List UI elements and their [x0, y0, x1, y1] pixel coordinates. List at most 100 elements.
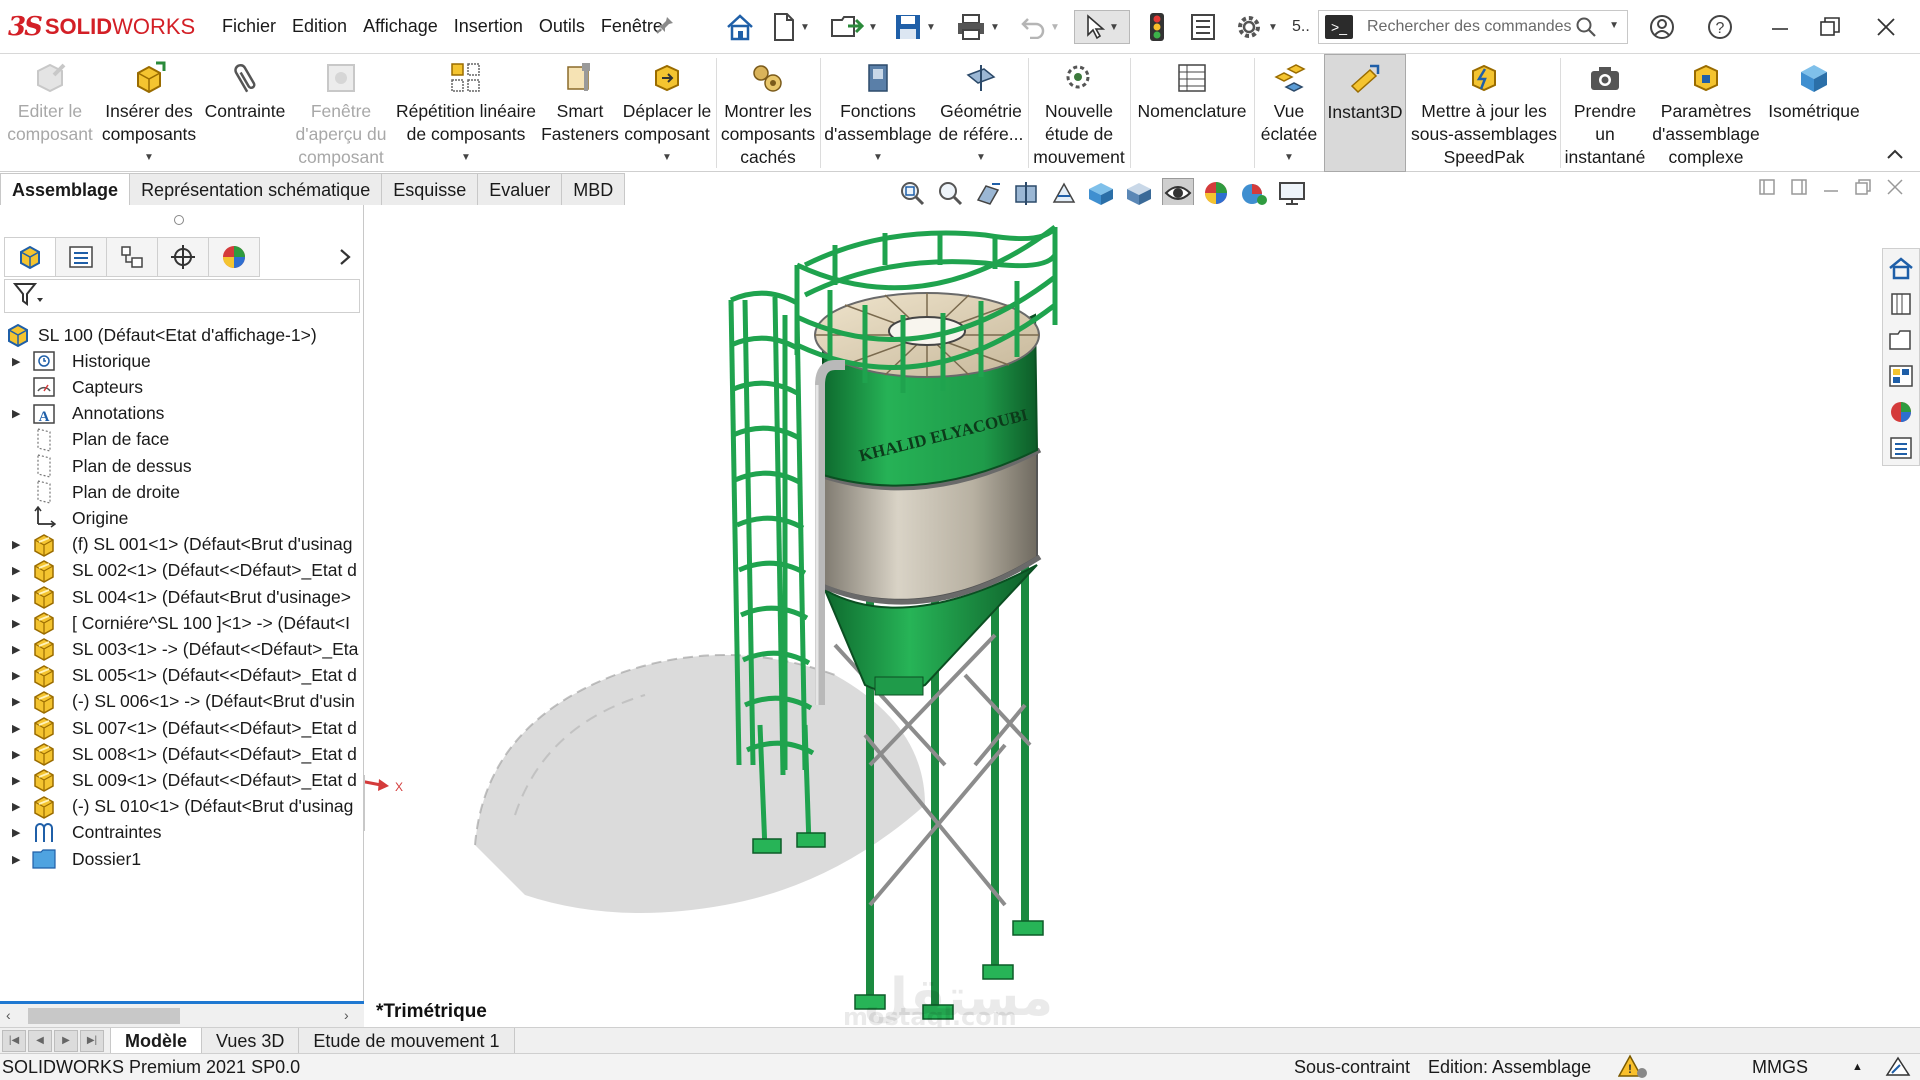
exploded-view-button[interactable]: Vue éclatée ▼ [1256, 54, 1322, 172]
dynamic-annotation-icon[interactable] [1048, 178, 1080, 208]
restore-icon[interactable] [1810, 10, 1850, 44]
tree-horizontal-scrollbar[interactable]: ‹ › [0, 1001, 364, 1027]
tree-filter[interactable] [4, 279, 360, 313]
split-left-icon[interactable] [1758, 178, 1776, 206]
smart-fasteners-button[interactable]: Smart Fasteners [541, 54, 619, 172]
update-speedpak-button[interactable]: Mettre à jour les sous-assemblages Speed… [1410, 54, 1558, 172]
new-document-icon[interactable]: ▼ [772, 10, 810, 44]
assembly-features-dropdown-icon[interactable]: ▼ [873, 146, 883, 169]
large-assembly-settings-button[interactable]: Paramètres d'assemblage complexe [1650, 54, 1762, 172]
tab-assemblage[interactable]: Assemblage [0, 173, 131, 205]
expand-arrow-icon[interactable]: ▶ [12, 355, 20, 368]
zoom-to-area-icon[interactable] [934, 178, 966, 208]
tabs-next-icon[interactable]: ▶ [54, 1029, 78, 1052]
tab-esquisse[interactable]: Esquisse [381, 173, 479, 205]
reference-geometry-button[interactable]: Géométrie de référe... ▼ [936, 54, 1026, 172]
tabs-last-icon[interactable]: ▶| [80, 1029, 104, 1052]
help-icon[interactable]: ? [1700, 10, 1740, 44]
pin-icon[interactable] [656, 16, 674, 34]
instant3d-button[interactable]: Instant3D [1324, 54, 1406, 172]
tab-mbd[interactable]: MBD [561, 173, 626, 205]
view-settings-icon[interactable] [1276, 178, 1308, 208]
expand-arrow-icon[interactable]: ▶ [12, 695, 20, 708]
expand-arrow-icon[interactable]: ▶ [12, 564, 20, 577]
doc-restore-icon[interactable] [1854, 178, 1872, 206]
units-status[interactable]: MMGS [1752, 1057, 1808, 1078]
expand-arrow-icon[interactable]: ▶ [12, 643, 20, 656]
view-palette-icon[interactable] [1884, 359, 1918, 393]
search-icon[interactable] [1575, 16, 1597, 43]
configurationmanager-tab-icon[interactable] [106, 237, 158, 277]
new-motion-study-button[interactable]: Nouvelle étude de mouvement [1030, 54, 1128, 172]
silo-3d-model[interactable]: KHALID ELYACOUBI X مستقل mostaql.com [365, 205, 1920, 1027]
select-cursor-icon[interactable]: ▼ [1074, 10, 1130, 44]
show-hidden-components-button[interactable]: Montrer les composants cachés [718, 54, 818, 172]
save-icon[interactable]: ▼ [894, 10, 936, 44]
tab-model[interactable]: Modèle [110, 1027, 203, 1054]
scroll-thumb[interactable] [28, 1008, 180, 1024]
search-scope-label[interactable]: 5.. [1292, 10, 1310, 44]
linear-pattern-dropdown-icon[interactable]: ▼ [461, 146, 471, 169]
component-preview-button[interactable]: Fenêtre d'aperçu du composant [292, 54, 390, 172]
previous-view-icon[interactable] [972, 178, 1004, 208]
edit-appearance-icon[interactable] [1200, 178, 1232, 208]
linear-pattern-button[interactable]: Répétition linéaire de composants ▼ [392, 54, 540, 172]
expand-arrow-icon[interactable]: ▶ [12, 826, 20, 839]
hide-show-items-icon[interactable] [1162, 178, 1194, 208]
scroll-right-icon[interactable]: › [344, 1007, 349, 1023]
apply-scene-icon[interactable] [1238, 178, 1270, 208]
collapse-ribbon-icon[interactable] [1886, 147, 1904, 165]
options-gear-icon[interactable]: ▼ [1234, 10, 1278, 44]
undo-icon[interactable]: ▼ [1020, 10, 1060, 44]
dimxpertmanager-tab-icon[interactable] [157, 237, 209, 277]
expand-arrow-icon[interactable]: ▶ [12, 722, 20, 735]
quick-tips-icon[interactable] [1884, 1055, 1912, 1080]
featuremanager-tab-icon[interactable] [4, 237, 56, 277]
menu-affichage[interactable]: Affichage [355, 16, 446, 37]
graphics-area[interactable]: KHALID ELYACOUBI X مستقل mostaql.com [365, 205, 1920, 1027]
file-explorer-icon[interactable] [1884, 323, 1918, 357]
scroll-left-icon[interactable]: ‹ [6, 1007, 11, 1023]
command-search[interactable]: >_ Rechercher des commandes ▼ [1318, 10, 1628, 44]
propertymanager-tab-icon[interactable] [55, 237, 107, 277]
open-folder-icon[interactable]: ▼ [830, 10, 878, 44]
custom-properties-icon[interactable] [1884, 431, 1918, 465]
edit-component-button[interactable]: Editer le composant [2, 54, 98, 172]
tab-motion-study[interactable]: Etude de mouvement 1 [298, 1027, 515, 1054]
solidworks-resources-home-icon[interactable] [1884, 251, 1918, 285]
design-library-icon[interactable] [1884, 287, 1918, 321]
units-dropdown-icon[interactable]: ▲ [1852, 1061, 1863, 1073]
doc-minimize-icon[interactable] [1822, 178, 1840, 206]
menu-edition[interactable]: Edition [284, 16, 355, 37]
expand-arrow-icon[interactable]: ▶ [12, 774, 20, 787]
file-properties-icon[interactable] [1190, 10, 1216, 44]
mate-button[interactable]: Contrainte [200, 54, 290, 172]
more-tabs-chevron-icon[interactable] [330, 237, 360, 277]
doc-close-icon[interactable] [1886, 178, 1904, 206]
expand-arrow-icon[interactable]: ▶ [12, 617, 20, 630]
displaymanager-tab-icon[interactable] [208, 237, 260, 277]
minimize-icon[interactable] [1760, 10, 1800, 44]
tabs-first-icon[interactable]: |◀ [2, 1029, 26, 1052]
bom-button[interactable]: Nomenclature [1132, 54, 1252, 172]
tab-evaluer[interactable]: Evaluer [477, 173, 563, 205]
isometric-button[interactable]: Isométrique [1764, 54, 1864, 172]
menu-fichier[interactable]: Fichier [214, 16, 284, 37]
view-orientation-icon[interactable] [1086, 178, 1118, 208]
tab-3d-views[interactable]: Vues 3D [201, 1027, 300, 1054]
tabs-prev-icon[interactable]: ◀ [28, 1029, 52, 1052]
tab-representation-schematique[interactable]: Représentation schématique [129, 173, 383, 205]
section-view-icon[interactable] [1010, 178, 1042, 208]
home-icon[interactable] [724, 10, 756, 44]
reference-geometry-dropdown-icon[interactable]: ▼ [976, 146, 986, 169]
move-component-button[interactable]: Déplacer le composant ▼ [620, 54, 714, 172]
rebuild-traffic-light-icon[interactable] [1148, 10, 1166, 44]
display-style-icon[interactable] [1124, 178, 1156, 208]
move-component-dropdown-icon[interactable]: ▼ [662, 146, 672, 169]
search-dropdown-icon[interactable]: ▼ [1609, 20, 1619, 31]
expand-arrow-icon[interactable]: ▶ [12, 800, 20, 813]
panel-grip-handle[interactable] [174, 215, 184, 225]
close-icon[interactable] [1866, 10, 1906, 44]
print-icon[interactable]: ▼ [956, 10, 1000, 44]
expand-arrow-icon[interactable]: ▶ [12, 748, 20, 761]
